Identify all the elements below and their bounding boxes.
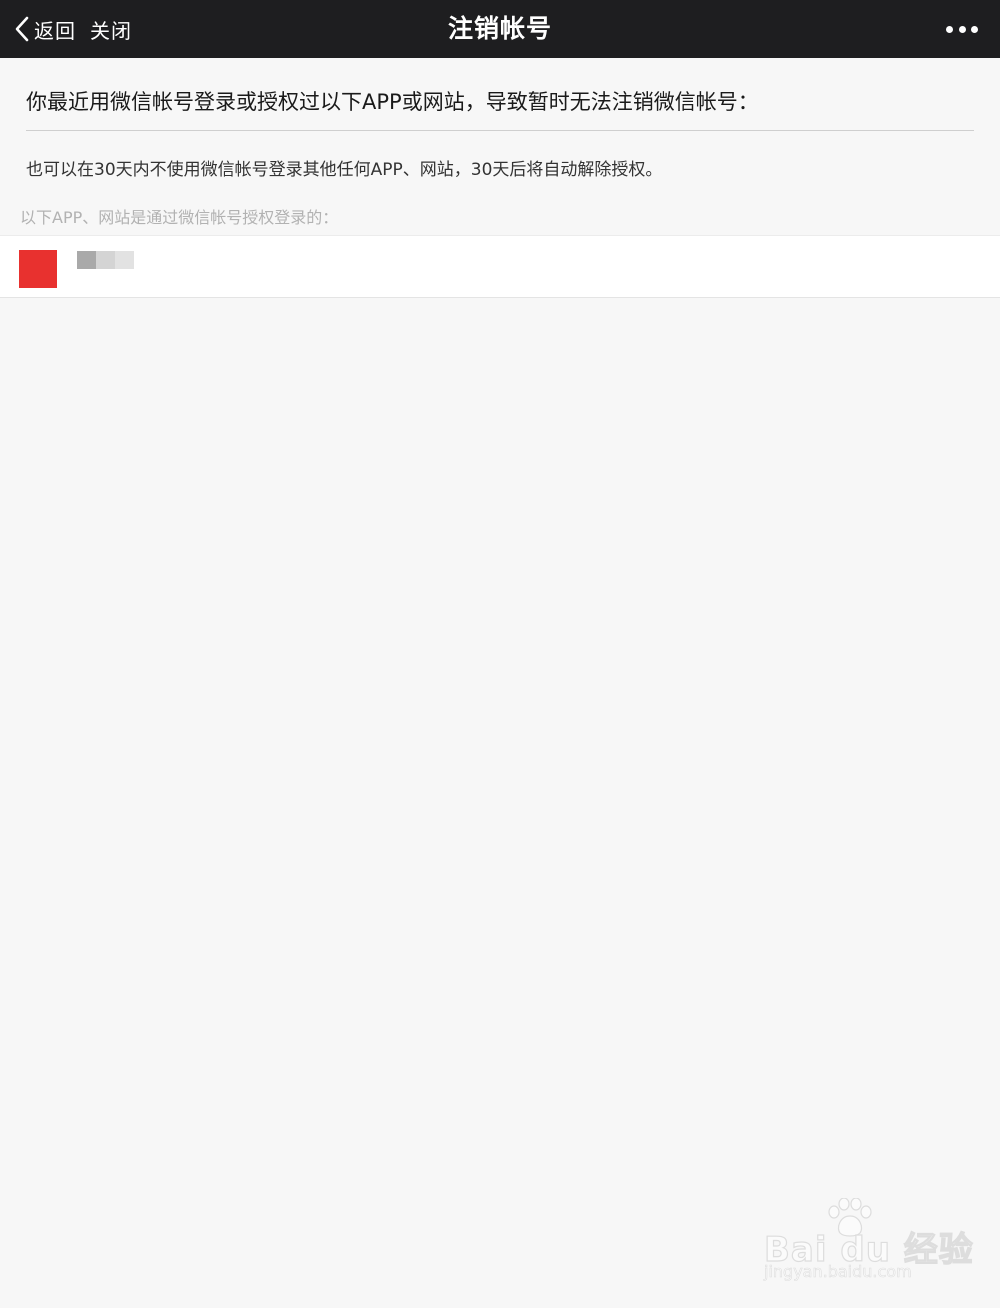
baidu-jingyan-watermark: Bai du 经验 jingyan.baidu.com (763, 1198, 973, 1284)
top-navbar: 返回 关闭 注销帐号 (0, 0, 1000, 58)
more-options-button[interactable] (946, 20, 978, 38)
notice-note: 也可以在30天内不使用微信帐号登录其他任何APP、网站，30天后将自动解除授权。 (26, 160, 663, 180)
authorized-app-list (0, 235, 1000, 298)
app-name-redacted (77, 251, 134, 269)
notice-heading: 你最近用微信帐号登录或授权过以下APP或网站，导致暂时无法注销微信帐号： (26, 90, 759, 114)
app-icon (19, 250, 57, 288)
watermark-url: jingyan.baidu.com (764, 1262, 912, 1282)
ellipsis-icon-dot (971, 25, 978, 33)
list-item[interactable] (0, 236, 1000, 297)
ellipsis-icon-dot (958, 25, 966, 33)
authorized-apps-label: 以下APP、网站是通过微信帐号授权登录的： (20, 208, 339, 227)
divider (26, 130, 974, 131)
page-title: 注销帐号 (447, 14, 552, 43)
ellipsis-icon (946, 25, 953, 33)
